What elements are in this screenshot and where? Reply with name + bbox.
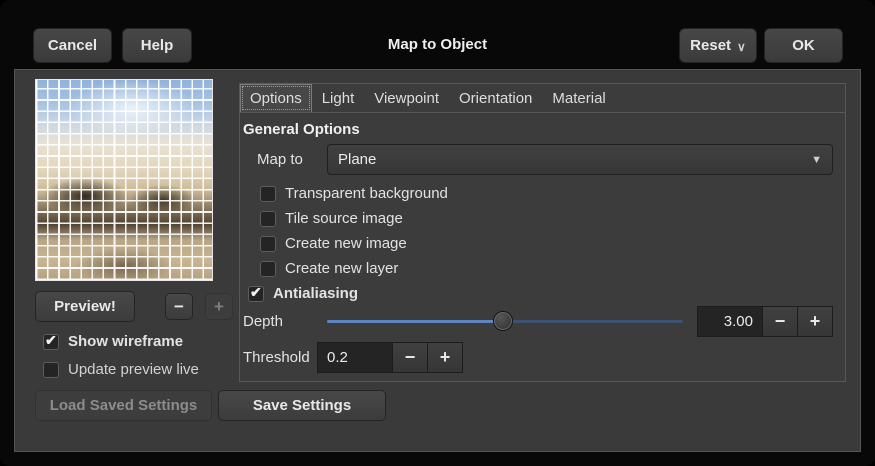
show-wireframe-checkbox[interactable]: ✔	[43, 334, 59, 350]
update-preview-live-checkbox[interactable]	[43, 362, 59, 378]
wireframe-grid-overlay	[36, 80, 212, 280]
plus-icon: +	[810, 311, 821, 332]
options-panel: Options Light Viewpoint Orientation Mate…	[239, 83, 846, 382]
chevron-down-icon: ∨	[737, 40, 746, 54]
transparent-background-label: Transparent background	[285, 185, 448, 202]
depth-value-field[interactable]: 3.00	[697, 306, 763, 337]
threshold-label: Threshold	[243, 349, 317, 366]
preview-image[interactable]	[35, 79, 213, 281]
minus-icon: −	[405, 347, 416, 368]
tab-options[interactable]: Options	[240, 84, 312, 112]
threshold-decrement-button[interactable]: −	[392, 342, 428, 373]
create-new-image-checkbox[interactable]	[260, 236, 276, 252]
dialog-content: Preview! − + ✔ Show wireframe Update pre…	[14, 69, 861, 452]
show-wireframe-checkbox-row[interactable]: ✔ Show wireframe	[43, 333, 183, 350]
tab-bar: Options Light Viewpoint Orientation Mate…	[240, 84, 845, 113]
depth-increment-button[interactable]: +	[797, 306, 833, 337]
checkmark-icon: ✔	[250, 284, 262, 301]
reset-button[interactable]: Reset ∨	[679, 28, 757, 63]
plus-icon: +	[440, 347, 451, 368]
create-new-image-label: Create new image	[285, 235, 407, 252]
zoom-in-button: +	[205, 293, 233, 320]
minus-icon: −	[775, 311, 786, 332]
map-to-object-dialog: Cancel Help Map to Object Reset ∨ OK Pre…	[0, 0, 875, 466]
tab-material[interactable]: Material	[542, 84, 615, 112]
map-to-selected-value: Plane	[338, 151, 811, 168]
depth-label: Depth	[243, 313, 327, 330]
create-new-image-checkbox-row[interactable]: Create new image	[260, 235, 407, 252]
checkmark-icon: ✔	[45, 332, 57, 349]
zoom-out-button[interactable]: −	[165, 293, 193, 320]
map-to-dropdown[interactable]: Plane ▼	[327, 144, 833, 175]
load-saved-settings-button: Load Saved Settings	[35, 390, 212, 421]
depth-decrement-button[interactable]: −	[762, 306, 798, 337]
antialiasing-label: Antialiasing	[273, 285, 358, 302]
map-to-row: Map to Plane ▼	[257, 144, 833, 175]
plus-icon: +	[214, 297, 224, 317]
create-new-layer-label: Create new layer	[285, 260, 398, 277]
show-wireframe-label: Show wireframe	[68, 333, 183, 350]
save-settings-button[interactable]: Save Settings	[218, 390, 386, 421]
minus-icon: −	[174, 297, 184, 317]
general-options-heading: General Options	[243, 121, 360, 138]
antialiasing-checkbox[interactable]: ✔	[248, 286, 264, 302]
threshold-increment-button[interactable]: +	[427, 342, 463, 373]
map-to-label: Map to	[257, 151, 327, 168]
reset-label: Reset	[690, 37, 731, 54]
tab-light[interactable]: Light	[312, 84, 365, 112]
transparent-background-checkbox-row[interactable]: Transparent background	[260, 185, 448, 202]
threshold-row: Threshold 0.2 − +	[243, 342, 463, 373]
depth-row: Depth 3.00 − +	[243, 306, 833, 337]
update-preview-live-checkbox-row[interactable]: Update preview live	[43, 361, 199, 378]
ok-button[interactable]: OK	[764, 28, 843, 63]
create-new-layer-checkbox[interactable]	[260, 261, 276, 277]
dropdown-arrow-icon: ▼	[811, 154, 822, 166]
create-new-layer-checkbox-row[interactable]: Create new layer	[260, 260, 398, 277]
tab-viewpoint[interactable]: Viewpoint	[364, 84, 449, 112]
tab-orientation[interactable]: Orientation	[449, 84, 542, 112]
tile-source-image-checkbox[interactable]	[260, 211, 276, 227]
transparent-background-checkbox[interactable]	[260, 186, 276, 202]
antialiasing-checkbox-row[interactable]: ✔ Antialiasing	[248, 285, 358, 302]
titlebar: Cancel Help Map to Object Reset ∨ OK	[0, 0, 875, 68]
threshold-value-field[interactable]: 0.2	[317, 342, 393, 373]
tile-source-image-checkbox-row[interactable]: Tile source image	[260, 210, 403, 227]
depth-slider-handle[interactable]	[493, 311, 513, 331]
update-preview-live-label: Update preview live	[68, 361, 199, 378]
preview-button[interactable]: Preview!	[35, 291, 135, 322]
depth-slider[interactable]	[327, 306, 683, 337]
tile-source-image-label: Tile source image	[285, 210, 403, 227]
